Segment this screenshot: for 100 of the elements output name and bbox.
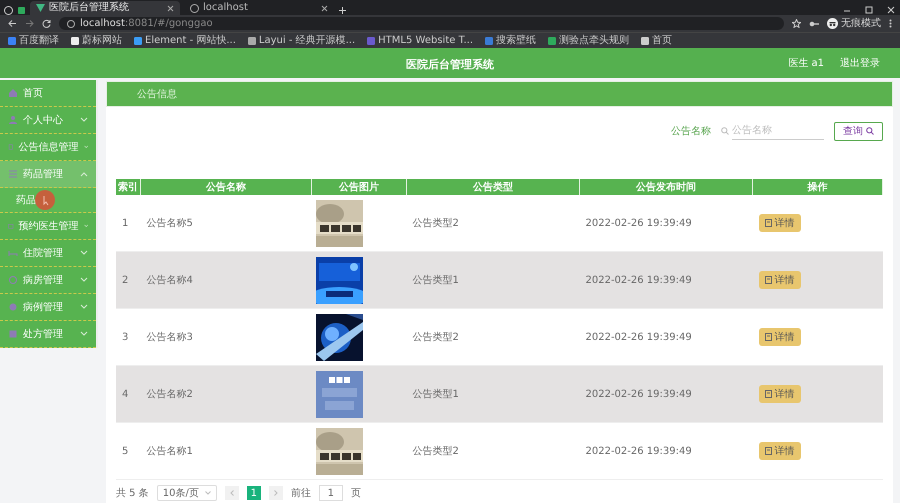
chevron-down-icon xyxy=(84,144,88,150)
browser-tab[interactable]: localhost xyxy=(184,1,334,15)
bookmark[interactable]: 蔚标网站 xyxy=(71,36,122,46)
document-icon xyxy=(764,447,772,455)
page-suffix: 页 xyxy=(350,487,361,500)
bookmark-favicon-icon xyxy=(248,36,256,44)
search-field[interactable]: 公告名称 xyxy=(732,122,824,140)
click-marker-icon xyxy=(34,189,56,211)
table-cell: 公告名称4 xyxy=(140,252,312,308)
user-name: 医生 a1 xyxy=(788,56,824,70)
forward-icon xyxy=(25,19,34,28)
incognito-icon xyxy=(827,18,838,29)
document-icon xyxy=(764,333,772,341)
bookmark[interactable]: Layui - 经典开源模... xyxy=(248,36,356,46)
sidebar-item[interactable]: 预约医生管理 xyxy=(0,213,96,240)
bookmark-favicon-icon xyxy=(367,36,376,44)
page-button[interactable]: 1 xyxy=(246,486,261,500)
bookmark-favicon-icon xyxy=(548,36,556,44)
chevron-down-icon xyxy=(80,304,88,310)
back-icon xyxy=(8,19,17,28)
document-icon xyxy=(764,276,772,284)
close-icon xyxy=(321,4,328,12)
browser-tab[interactable]: 医院后台管理系统 xyxy=(30,1,180,15)
more-icon xyxy=(889,19,892,28)
details-button[interactable]: 详情 xyxy=(758,442,800,460)
close-icon xyxy=(167,4,174,12)
column-header: 索引 xyxy=(116,179,140,195)
chevron-down-icon xyxy=(80,117,88,123)
bookmark[interactable]: HTML5 Website T... xyxy=(367,36,474,46)
page-input[interactable]: 1 xyxy=(318,485,343,501)
details-button[interactable]: 详情 xyxy=(758,328,800,346)
page-size-select[interactable]: 10条/页 xyxy=(156,485,217,501)
table-cell: 2 xyxy=(116,252,140,308)
total-count: 共 5 条 xyxy=(116,486,149,500)
bookmark[interactable]: 测验点牵头规则 xyxy=(548,36,630,46)
details-button[interactable]: 详情 xyxy=(758,271,800,289)
next-page-button[interactable] xyxy=(268,486,283,500)
address-bar[interactable]: localhost:8081/#/gonggao xyxy=(59,17,784,30)
sidebar-item[interactable]: 首页 xyxy=(0,80,96,107)
bed-icon xyxy=(8,248,18,258)
bookmark-favicon-icon xyxy=(641,36,650,44)
vue-logo-icon xyxy=(36,4,45,12)
chevron-down-icon xyxy=(80,331,88,337)
details-button[interactable]: 详情 xyxy=(758,385,800,403)
table-cell: 4 xyxy=(116,366,140,422)
house-icon xyxy=(8,88,18,98)
column-header: 操作 xyxy=(752,179,882,195)
document-icon xyxy=(764,390,772,398)
column-header: 公告名称 xyxy=(140,179,312,195)
bookmark[interactable]: 首页 xyxy=(641,36,672,46)
document-icon xyxy=(8,142,14,152)
table-cell: 公告名称1 xyxy=(140,422,312,480)
document-icon xyxy=(764,219,772,227)
list-icon xyxy=(8,169,18,179)
reload-icon xyxy=(42,19,51,28)
table-cell: 公告类型1 xyxy=(406,366,580,422)
bookmark[interactable]: Element - 网站快... xyxy=(134,36,236,46)
new-tab-icon xyxy=(338,6,347,15)
star-icon xyxy=(792,19,801,28)
bookmark-favicon-icon xyxy=(134,36,142,44)
search-icon xyxy=(721,127,729,135)
bookmark-favicon-icon xyxy=(8,36,16,44)
query-button[interactable]: 查询 xyxy=(834,122,883,140)
submenu-item[interactable]: 药品 xyxy=(16,193,36,207)
table-cell: 公告名称2 xyxy=(140,366,312,422)
app-icon xyxy=(17,6,26,15)
sidebar-item[interactable]: 住院管理 xyxy=(0,240,96,267)
person-icon xyxy=(8,115,18,125)
bookmark-favicon-icon xyxy=(485,36,494,44)
bookmark[interactable]: 搜索壁纸 xyxy=(485,36,536,46)
goto-label: 前往 xyxy=(290,486,311,500)
column-header: 公告发布时间 xyxy=(580,179,752,195)
table-cell: 2022-02-26 19:39:49 xyxy=(580,252,752,308)
bookmark[interactable]: 百度翻译 xyxy=(8,36,59,46)
chevron-right-icon xyxy=(274,490,278,496)
incognito-profile[interactable]: 无痕模式 xyxy=(827,18,881,29)
chevron-down-icon xyxy=(84,223,88,229)
breadcrumb: 公告信息 xyxy=(137,88,177,101)
chevron-up-icon xyxy=(80,171,88,177)
search-icon xyxy=(866,127,874,135)
url-text: localhost:8081/#/gonggao xyxy=(80,18,213,28)
chevron-down-icon xyxy=(204,491,211,495)
table-cell: 2022-02-26 19:39:49 xyxy=(580,422,752,480)
table-cell: 5 xyxy=(116,422,140,480)
sidebar-item[interactable]: 个人中心 xyxy=(0,107,96,134)
chevron-down-icon xyxy=(80,250,88,256)
table-cell: 公告类型2 xyxy=(406,422,580,480)
logout-link[interactable]: 退出登录 xyxy=(840,56,880,70)
previous-page-button[interactable] xyxy=(224,486,239,500)
sidebar-item[interactable]: 病例管理 xyxy=(0,294,96,321)
sidebar-item[interactable]: 处方管理 xyxy=(0,321,96,348)
column-header: 公告图片 xyxy=(312,179,406,195)
chevron-down-icon xyxy=(80,277,88,283)
details-button[interactable]: 详情 xyxy=(758,214,800,232)
table-cell: 2022-02-26 19:39:49 xyxy=(580,366,752,422)
bookmark-favicon-icon xyxy=(71,36,79,44)
sidebar-item[interactable]: 病房管理 xyxy=(0,267,96,294)
table-cell: 公告类型1 xyxy=(406,252,580,308)
app-title: 医院后台管理系统 xyxy=(406,57,494,72)
column-header: 公告类型 xyxy=(406,179,580,195)
